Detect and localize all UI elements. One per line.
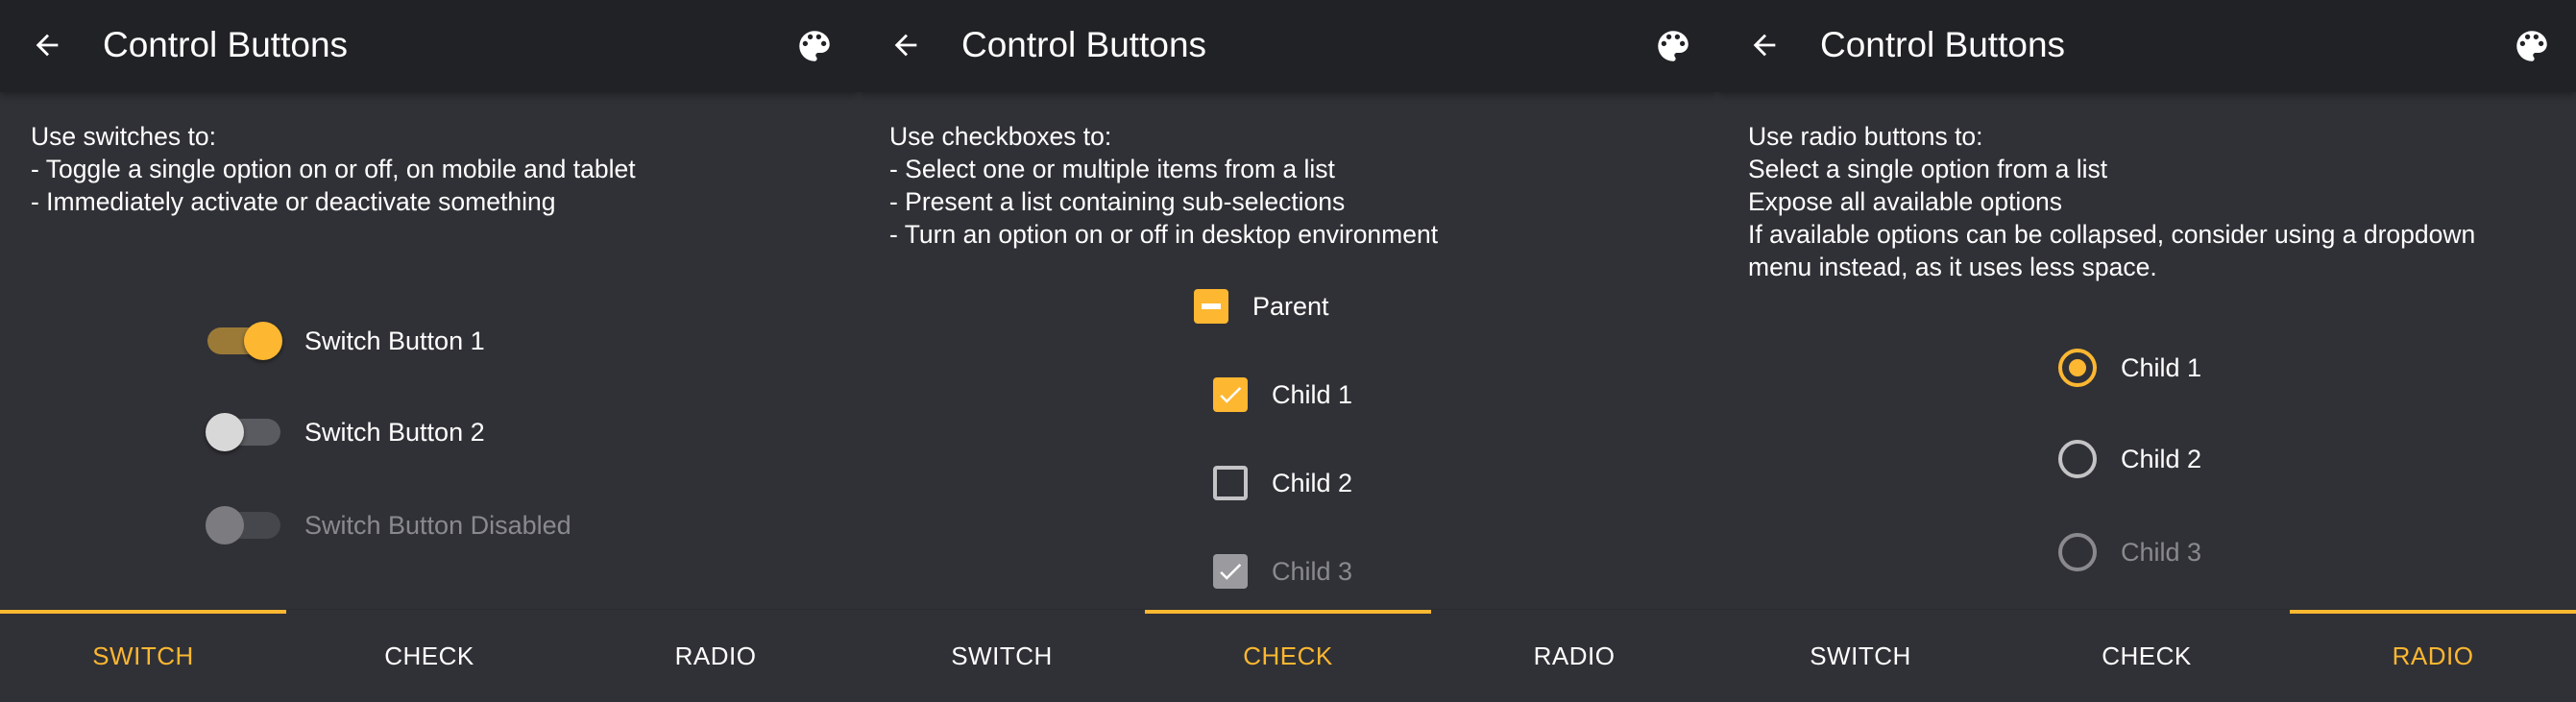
palette-icon	[2516, 31, 2547, 61]
description-line: - Immediately activate or deactivate som…	[31, 187, 556, 216]
checkbox-child-1[interactable]: Child 1	[1213, 377, 1352, 412]
switch-description: Use switches to: - Toggle a single optio…	[31, 120, 838, 218]
tab-bar: SWITCH CHECK RADIO	[1717, 610, 2576, 702]
tab-label: CHECK	[2102, 641, 2192, 670]
switch-label: Switch Button 1	[304, 326, 485, 355]
palette-icon	[1658, 31, 1689, 61]
description-line: Select a single option from a list	[1748, 155, 2108, 183]
checkbox-box[interactable]	[1194, 289, 1228, 324]
checkbox-box[interactable]	[1213, 377, 1248, 412]
tab-indicator	[2290, 610, 2576, 614]
checkbox-label: Child 2	[1272, 468, 1353, 497]
radio-dot	[2069, 359, 2086, 376]
description-line: Use radio buttons to:	[1748, 122, 1983, 151]
checkbox-box	[1213, 554, 1248, 589]
tab-label: CHECK	[384, 641, 474, 670]
tab-switch[interactable]: SWITCH	[0, 610, 286, 702]
description-line: Use switches to:	[31, 122, 216, 151]
description-line: - Toggle a single option on or off, on m…	[31, 155, 636, 183]
radio-label: Child 3	[2121, 537, 2202, 567]
switch-button-2[interactable]: Switch Button 2	[206, 413, 485, 451]
tab-label: RADIO	[1533, 641, 1616, 670]
description-line: If available options can be collapsed, c…	[1748, 220, 2476, 249]
radio-description: Use radio buttons to: Select a single op…	[1748, 120, 2555, 283]
tab-indicator	[0, 610, 286, 614]
theme-button[interactable]	[1652, 25, 1694, 67]
switch-thumb	[244, 322, 282, 360]
checkbox-parent[interactable]: Parent	[1194, 289, 1329, 324]
app-bar: Control Buttons	[0, 0, 859, 92]
tab-check[interactable]: CHECK	[1145, 610, 1431, 702]
switch-toggle-off[interactable]	[206, 413, 282, 451]
palette-icon	[799, 31, 830, 61]
switch-screen: Control Buttons Use switches to: - Toggl…	[0, 0, 859, 702]
minus-icon	[1202, 303, 1221, 309]
tab-label: SWITCH	[1810, 641, 1911, 670]
tab-check[interactable]: CHECK	[286, 610, 572, 702]
radio-button[interactable]	[2058, 349, 2097, 387]
radio-screen: Control Buttons Use radio buttons to: Se…	[1717, 0, 2576, 702]
tab-radio[interactable]: RADIO	[2290, 610, 2576, 702]
switch-label: Switch Button 2	[304, 417, 485, 447]
switch-button-1[interactable]: Switch Button 1	[206, 322, 485, 360]
tab-indicator	[1145, 610, 1431, 614]
switch-button-disabled: Switch Button Disabled	[206, 506, 571, 545]
check-screen: Control Buttons Use checkboxes to: - Sel…	[859, 0, 1717, 702]
checkbox-label: Child 1	[1272, 379, 1353, 409]
tab-switch[interactable]: SWITCH	[859, 610, 1145, 702]
description-line: menu instead, as it uses less space.	[1748, 253, 2157, 281]
tab-label: CHECK	[1243, 641, 1333, 670]
switch-thumb	[206, 413, 244, 451]
radio-child-1[interactable]: Child 1	[2058, 349, 2201, 387]
tab-bar: SWITCH CHECK RADIO	[0, 610, 859, 702]
description-line: - Turn an option on or off in desktop en…	[889, 220, 1439, 249]
check-icon	[1220, 386, 1242, 403]
switch-thumb	[206, 506, 244, 545]
app-bar: Control Buttons	[1717, 0, 2576, 92]
radio-label: Child 2	[2121, 444, 2202, 473]
app-title: Control Buttons	[961, 25, 1207, 64]
checkbox-label: Parent	[1252, 291, 1329, 321]
tab-label: SWITCH	[951, 641, 1053, 670]
description-line: Use checkboxes to:	[889, 122, 1112, 151]
radio-button[interactable]	[2058, 440, 2097, 478]
description-line: Expose all available options	[1748, 187, 2063, 216]
arrow-left-icon	[1753, 34, 1776, 57]
tab-check[interactable]: CHECK	[2004, 610, 2290, 702]
checkbox-label: Child 3	[1272, 556, 1353, 586]
app-bar: Control Buttons	[859, 0, 1717, 92]
arrow-left-icon	[36, 34, 59, 57]
tab-bar: SWITCH CHECK RADIO	[859, 610, 1717, 702]
app-title: Control Buttons	[103, 25, 349, 64]
back-button[interactable]	[886, 25, 926, 65]
switch-toggle-on[interactable]	[206, 322, 282, 360]
theme-button[interactable]	[793, 25, 836, 67]
switch-label: Switch Button Disabled	[304, 510, 571, 540]
switch-toggle-disabled	[206, 506, 282, 545]
tab-radio[interactable]: RADIO	[572, 610, 859, 702]
checkbox-child-3: Child 3	[1213, 554, 1352, 589]
checkbox-child-2[interactable]: Child 2	[1213, 466, 1352, 500]
back-button[interactable]	[1744, 25, 1785, 65]
app-title: Control Buttons	[1820, 25, 2066, 64]
description-line: - Present a list containing sub-selectio…	[889, 187, 1346, 216]
arrow-left-icon	[894, 34, 917, 57]
tab-switch[interactable]: SWITCH	[1717, 610, 2004, 702]
radio-child-3: Child 3	[2058, 533, 2201, 571]
checkbox-box[interactable]	[1213, 466, 1248, 500]
check-description: Use checkboxes to: - Select one or multi…	[889, 120, 1696, 251]
tab-radio[interactable]: RADIO	[1431, 610, 1717, 702]
radio-child-2[interactable]: Child 2	[2058, 440, 2201, 478]
check-icon	[1220, 563, 1242, 580]
radio-button	[2058, 533, 2097, 571]
tab-label: SWITCH	[92, 641, 194, 670]
tab-label: RADIO	[674, 641, 757, 670]
back-button[interactable]	[27, 25, 67, 65]
tab-label: RADIO	[2392, 641, 2474, 670]
description-line: - Select one or multiple items from a li…	[889, 155, 1335, 183]
theme-button[interactable]	[2511, 25, 2553, 67]
radio-label: Child 1	[2121, 352, 2202, 382]
